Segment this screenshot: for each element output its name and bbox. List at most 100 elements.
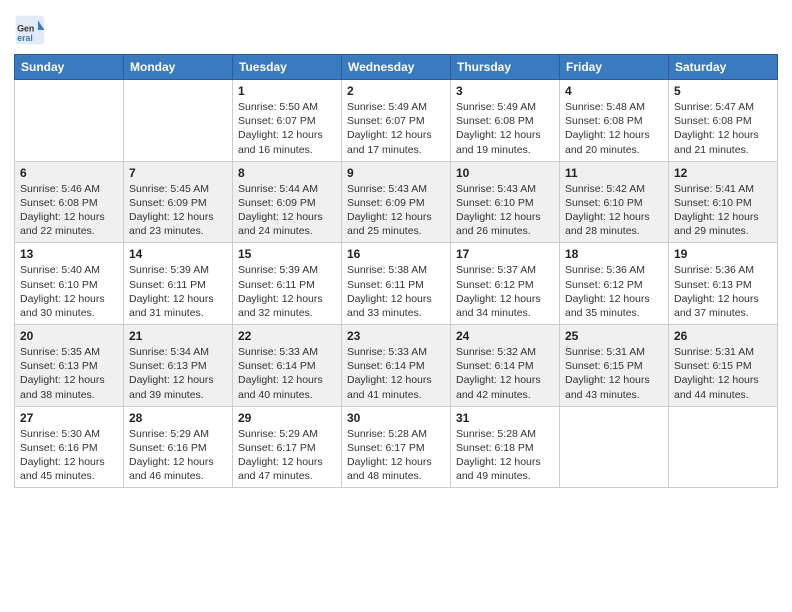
logo: Gen eral <box>14 14 48 46</box>
day-cell: 18Sunrise: 5:36 AMSunset: 6:12 PMDayligh… <box>560 243 669 325</box>
day-cell: 3 Sunrise: 5:49 AMSunset: 6:08 PMDaylight… <box>451 80 560 162</box>
day-number: 4 <box>565 84 663 98</box>
day-info: Sunrise: 5:46 AMSunset: 6:08 PMDaylight:… <box>20 182 118 239</box>
day-number: 2 <box>347 84 445 98</box>
day-cell: 8Sunrise: 5:44 AMSunset: 6:09 PMDaylight… <box>233 161 342 243</box>
day-info: Sunrise: 5:31 AMSunset: 6:15 PMDaylight:… <box>674 345 772 402</box>
svg-text:eral: eral <box>17 33 33 43</box>
day-info: Sunrise: 5:38 AMSunset: 6:11 PMDaylight:… <box>347 263 445 320</box>
day-cell: 2 Sunrise: 5:49 AMSunset: 6:07 PMDaylight… <box>342 80 451 162</box>
day-cell: 23 Sunrise: 5:33 AMSunset: 6:14 PMDayligh… <box>342 325 451 407</box>
day-number: 24 <box>456 329 554 343</box>
day-info: Sunrise: 5:39 AMSunset: 6:11 PMDaylight:… <box>129 263 227 320</box>
day-info: Sunrise: 5:29 AMSunset: 6:16 PMDaylight:… <box>129 427 227 484</box>
week-row-2: 6 Sunrise: 5:46 AMSunset: 6:08 PMDaylight… <box>15 161 778 243</box>
day-info: Sunrise: 5:37 AMSunset: 6:12 PMDaylight:… <box>456 263 554 320</box>
day-cell: 12 Sunrise: 5:41 AMSunset: 6:10 PMDayligh… <box>669 161 778 243</box>
day-number: 14 <box>129 247 227 261</box>
day-info: Sunrise: 5:36 AMSunset: 6:12 PMDaylight:… <box>565 263 663 320</box>
day-info: Sunrise: 5:42 AMSunset: 6:10 PMDaylight:… <box>565 182 663 239</box>
page: Gen eral SundayMondayTuesdayWednesdayThu… <box>0 0 792 612</box>
day-number: 6 <box>20 166 118 180</box>
day-cell: 17 Sunrise: 5:37 AMSunset: 6:12 PMDayligh… <box>451 243 560 325</box>
day-number: 27 <box>20 411 118 425</box>
day-info: Sunrise: 5:33 AMSunset: 6:14 PMDaylight:… <box>347 345 445 402</box>
day-cell <box>669 406 778 488</box>
column-header-monday: Monday <box>124 55 233 80</box>
day-info: Sunrise: 5:28 AMSunset: 6:17 PMDaylight:… <box>347 427 445 484</box>
day-info: Sunrise: 5:30 AMSunset: 6:16 PMDaylight:… <box>20 427 118 484</box>
day-number: 13 <box>20 247 118 261</box>
day-cell: 5Sunrise: 5:47 AMSunset: 6:08 PMDaylight… <box>669 80 778 162</box>
day-number: 31 <box>456 411 554 425</box>
day-info: Sunrise: 5:44 AMSunset: 6:09 PMDaylight:… <box>238 182 336 239</box>
week-row-4: 20 Sunrise: 5:35 AMSunset: 6:13 PMDayligh… <box>15 325 778 407</box>
day-info: Sunrise: 5:47 AMSunset: 6:08 PMDaylight:… <box>674 100 772 157</box>
header-row: SundayMondayTuesdayWednesdayThursdayFrid… <box>15 55 778 80</box>
week-row-1: 1Sunrise: 5:50 AMSunset: 6:07 PMDaylight… <box>15 80 778 162</box>
day-number: 28 <box>129 411 227 425</box>
day-number: 20 <box>20 329 118 343</box>
day-info: Sunrise: 5:43 AMSunset: 6:10 PMDaylight:… <box>456 182 554 239</box>
day-number: 23 <box>347 329 445 343</box>
day-cell: 30 Sunrise: 5:28 AMSunset: 6:17 PMDayligh… <box>342 406 451 488</box>
day-number: 29 <box>238 411 336 425</box>
week-row-5: 27 Sunrise: 5:30 AMSunset: 6:16 PMDayligh… <box>15 406 778 488</box>
day-number: 7 <box>129 166 227 180</box>
day-cell: 26Sunrise: 5:31 AMSunset: 6:15 PMDayligh… <box>669 325 778 407</box>
day-cell: 11 Sunrise: 5:42 AMSunset: 6:10 PMDayligh… <box>560 161 669 243</box>
day-cell: 21 Sunrise: 5:34 AMSunset: 6:13 PMDayligh… <box>124 325 233 407</box>
column-header-thursday: Thursday <box>451 55 560 80</box>
calendar-body: 1Sunrise: 5:50 AMSunset: 6:07 PMDaylight… <box>15 80 778 488</box>
day-info: Sunrise: 5:41 AMSunset: 6:10 PMDaylight:… <box>674 182 772 239</box>
day-cell: 13 Sunrise: 5:40 AMSunset: 6:10 PMDayligh… <box>15 243 124 325</box>
day-cell: 16Sunrise: 5:38 AMSunset: 6:11 PMDayligh… <box>342 243 451 325</box>
day-cell: 6 Sunrise: 5:46 AMSunset: 6:08 PMDaylight… <box>15 161 124 243</box>
logo-icon: Gen eral <box>14 14 46 46</box>
week-row-3: 13 Sunrise: 5:40 AMSunset: 6:10 PMDayligh… <box>15 243 778 325</box>
day-info: Sunrise: 5:49 AMSunset: 6:08 PMDaylight:… <box>456 100 554 157</box>
day-info: Sunrise: 5:45 AMSunset: 6:09 PMDaylight:… <box>129 182 227 239</box>
day-number: 30 <box>347 411 445 425</box>
day-cell: 9Sunrise: 5:43 AMSunset: 6:09 PMDaylight… <box>342 161 451 243</box>
day-number: 3 <box>456 84 554 98</box>
day-cell: 7 Sunrise: 5:45 AMSunset: 6:09 PMDaylight… <box>124 161 233 243</box>
day-cell: 25 Sunrise: 5:31 AMSunset: 6:15 PMDayligh… <box>560 325 669 407</box>
column-header-tuesday: Tuesday <box>233 55 342 80</box>
day-cell: 31Sunrise: 5:28 AMSunset: 6:18 PMDayligh… <box>451 406 560 488</box>
day-info: Sunrise: 5:49 AMSunset: 6:07 PMDaylight:… <box>347 100 445 157</box>
day-number: 15 <box>238 247 336 261</box>
day-cell: 20 Sunrise: 5:35 AMSunset: 6:13 PMDayligh… <box>15 325 124 407</box>
svg-text:Gen: Gen <box>17 24 34 34</box>
day-number: 17 <box>456 247 554 261</box>
day-info: Sunrise: 5:48 AMSunset: 6:08 PMDaylight:… <box>565 100 663 157</box>
day-number: 11 <box>565 166 663 180</box>
day-info: Sunrise: 5:31 AMSunset: 6:15 PMDaylight:… <box>565 345 663 402</box>
day-info: Sunrise: 5:29 AMSunset: 6:17 PMDaylight:… <box>238 427 336 484</box>
day-number: 22 <box>238 329 336 343</box>
day-info: Sunrise: 5:34 AMSunset: 6:13 PMDaylight:… <box>129 345 227 402</box>
day-number: 21 <box>129 329 227 343</box>
day-cell: 28 Sunrise: 5:29 AMSunset: 6:16 PMDayligh… <box>124 406 233 488</box>
day-cell: 10Sunrise: 5:43 AMSunset: 6:10 PMDayligh… <box>451 161 560 243</box>
day-cell <box>560 406 669 488</box>
day-number: 25 <box>565 329 663 343</box>
column-header-sunday: Sunday <box>15 55 124 80</box>
day-cell: 22 Sunrise: 5:33 AMSunset: 6:14 PMDayligh… <box>233 325 342 407</box>
day-cell: 15Sunrise: 5:39 AMSunset: 6:11 PMDayligh… <box>233 243 342 325</box>
day-cell: 14 Sunrise: 5:39 AMSunset: 6:11 PMDayligh… <box>124 243 233 325</box>
day-cell: 1Sunrise: 5:50 AMSunset: 6:07 PMDaylight… <box>233 80 342 162</box>
column-header-saturday: Saturday <box>669 55 778 80</box>
day-cell: 24Sunrise: 5:32 AMSunset: 6:14 PMDayligh… <box>451 325 560 407</box>
day-cell <box>15 80 124 162</box>
day-info: Sunrise: 5:35 AMSunset: 6:13 PMDaylight:… <box>20 345 118 402</box>
day-info: Sunrise: 5:43 AMSunset: 6:09 PMDaylight:… <box>347 182 445 239</box>
calendar-header: SundayMondayTuesdayWednesdayThursdayFrid… <box>15 55 778 80</box>
day-info: Sunrise: 5:50 AMSunset: 6:07 PMDaylight:… <box>238 100 336 157</box>
calendar-table: SundayMondayTuesdayWednesdayThursdayFrid… <box>14 54 778 488</box>
day-info: Sunrise: 5:33 AMSunset: 6:14 PMDaylight:… <box>238 345 336 402</box>
day-info: Sunrise: 5:40 AMSunset: 6:10 PMDaylight:… <box>20 263 118 320</box>
header: Gen eral <box>14 10 778 46</box>
column-header-wednesday: Wednesday <box>342 55 451 80</box>
day-number: 12 <box>674 166 772 180</box>
